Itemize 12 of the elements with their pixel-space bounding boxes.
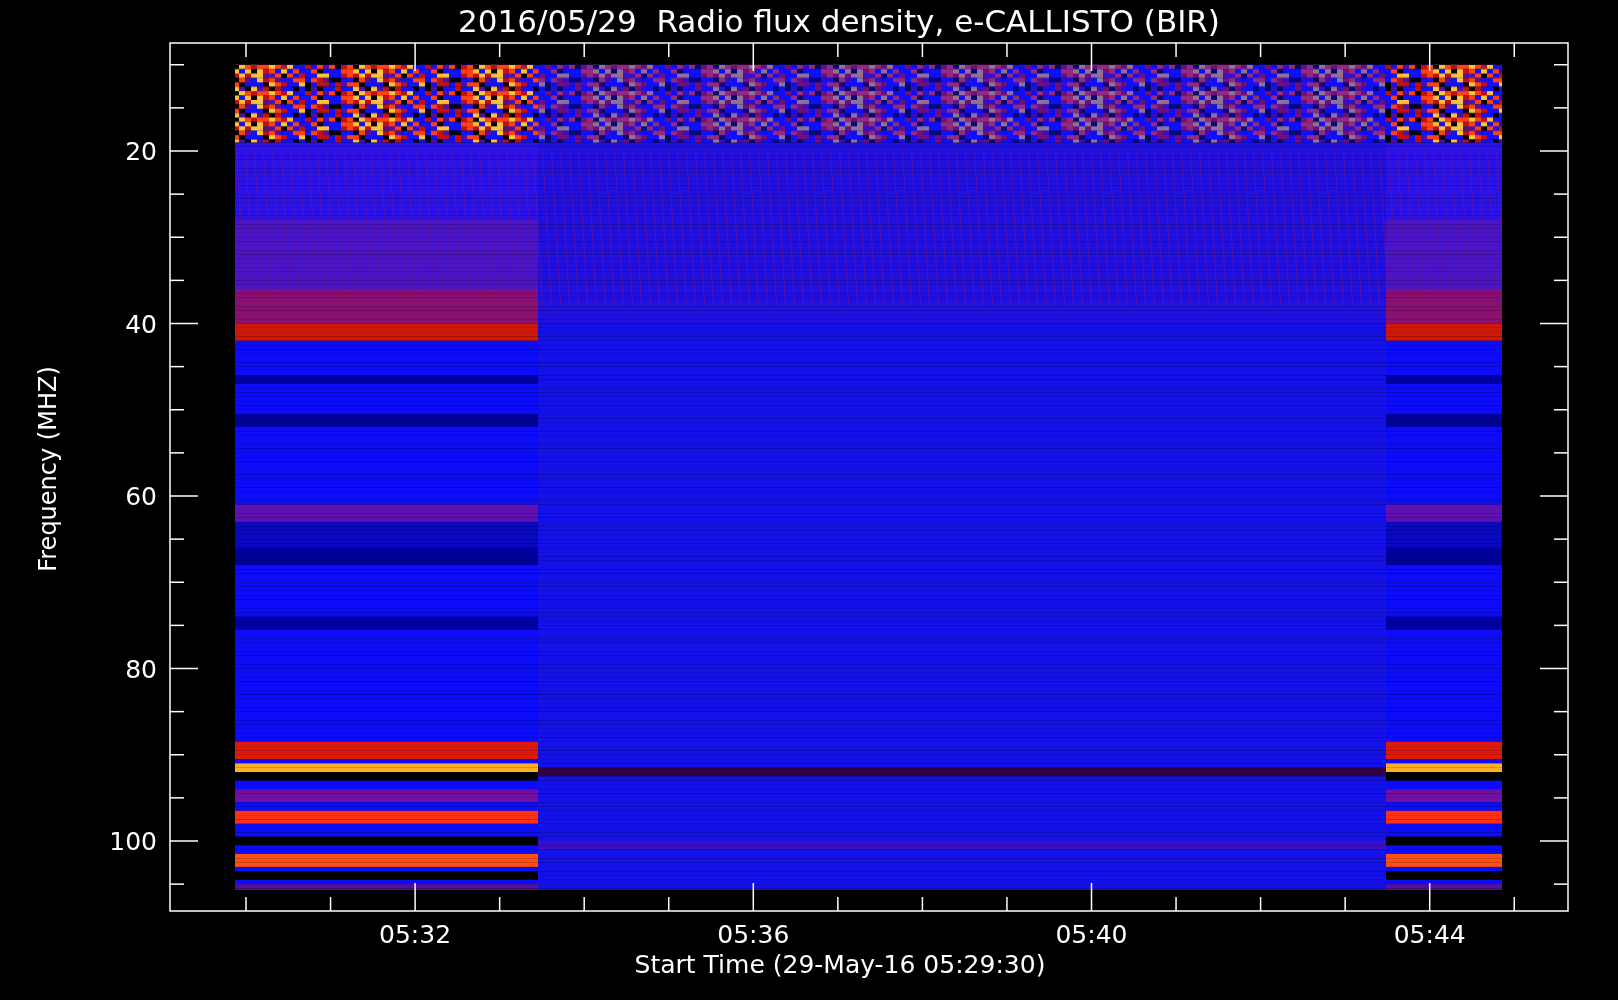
x-axis-title: Start Time (29-May-16 05:29:30)	[634, 950, 1046, 979]
x-tick-label: 05:40	[1055, 920, 1128, 949]
y-tick-label: 80	[125, 654, 157, 684]
y-tick-label: 40	[125, 309, 157, 339]
y-axis-title: Frequency (MHZ)	[33, 366, 62, 572]
y-tick-label: 60	[125, 482, 157, 511]
x-tick-label: 05:44	[1393, 920, 1466, 949]
x-tick-label: 05:36	[717, 920, 790, 949]
y-tick-label: 100	[109, 827, 157, 856]
y-tick-label: 20	[125, 137, 157, 166]
chart-title: 2016/05/29 Radio flux density, e-CALLISTO (BIR)	[457, 4, 1220, 38]
x-tick-label: 05:32	[379, 920, 452, 949]
